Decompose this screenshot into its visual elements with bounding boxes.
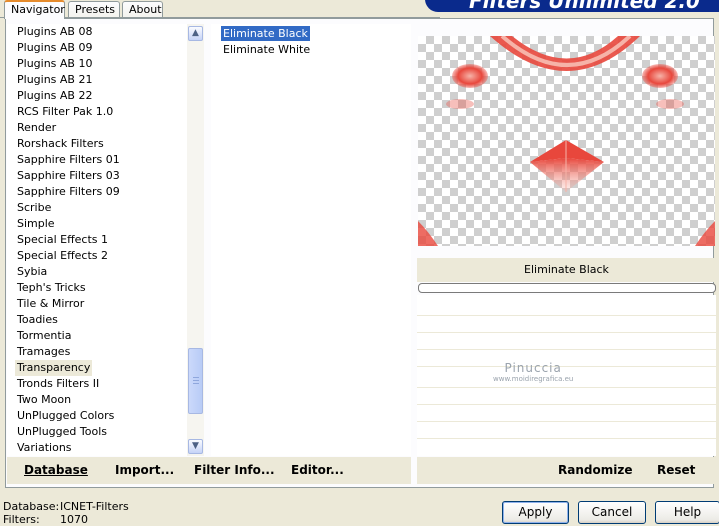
category-item[interactable]: Tramages	[15, 344, 72, 360]
import-button[interactable]: Import...	[115, 463, 174, 477]
chevron-down-icon[interactable]: ▼	[188, 439, 203, 454]
tab-presets-label: Presets	[75, 3, 116, 16]
status-database-value: ICNET-Filters	[60, 500, 129, 513]
category-item[interactable]: Sapphire Filters 03	[15, 168, 122, 184]
banner-title: Filters Unlimited 2.0	[469, 0, 700, 12]
category-item[interactable]: Tronds Filters II	[15, 376, 101, 392]
category-item[interactable]: Toadies	[15, 312, 60, 328]
tab-navigator-label: Navigator	[11, 3, 65, 16]
control-row-divider	[417, 349, 716, 350]
current-filter-label: Eliminate Black	[524, 263, 609, 276]
watermark: Pinuccia www.moidiregrafica.eu	[493, 361, 573, 383]
category-item[interactable]: Sybia	[15, 264, 49, 280]
tab-about-label: About	[129, 3, 162, 16]
category-item[interactable]: Sapphire Filters 01	[15, 152, 122, 168]
tab-about[interactable]: About	[122, 1, 163, 18]
category-list[interactable]: Plugins AB 08 Plugins AB 09 Plugins AB 10 P…	[7, 24, 187, 456]
category-item[interactable]: Tormentia	[15, 328, 73, 344]
filter-item[interactable]: Eliminate Black	[221, 26, 310, 41]
help-button[interactable]: Help	[655, 501, 719, 524]
category-item[interactable]: Tile & Mirror	[15, 296, 86, 312]
cancel-button[interactable]: Cancel	[578, 501, 646, 524]
filter-item[interactable]: Eliminate White	[221, 42, 312, 57]
chevron-up-icon[interactable]: ▲	[188, 26, 203, 41]
apply-button[interactable]: Apply	[502, 501, 569, 524]
scrollbar-thumb[interactable]	[188, 348, 203, 414]
category-item[interactable]: UnPlugged Tools	[15, 424, 109, 440]
category-item[interactable]: Plugins AB 10	[15, 56, 94, 72]
preview-image	[418, 36, 715, 246]
editor-button[interactable]: Editor...	[291, 463, 344, 477]
status-filters-count: 1070	[60, 513, 88, 526]
control-row-divider	[417, 332, 716, 333]
tab-navigator[interactable]: Navigator	[4, 0, 65, 19]
filter-info-button[interactable]: Filter Info...	[194, 463, 275, 477]
left-blob	[452, 64, 488, 88]
category-item[interactable]: Special Effects 1	[15, 232, 110, 248]
control-row-divider	[417, 438, 716, 439]
category-item[interactable]: UnPlugged Colors	[15, 408, 116, 424]
category-item[interactable]: Teph's Tricks	[15, 280, 88, 296]
grip-line	[193, 377, 199, 378]
database-button[interactable]: Database	[24, 463, 88, 477]
category-item[interactable]: Transparency	[15, 360, 93, 376]
category-item[interactable]: Render	[15, 120, 58, 136]
watermark-name: Pinuccia	[504, 361, 562, 375]
watermark-url: www.moidiregrafica.eu	[493, 375, 574, 383]
category-item[interactable]: Sapphire Filters 09	[15, 184, 122, 200]
category-item[interactable]: Simple	[15, 216, 57, 232]
status-filters: Filters: 1070	[3, 513, 88, 526]
category-item[interactable]: Scribe	[15, 200, 53, 216]
tab-presets[interactable]: Presets	[68, 1, 120, 18]
right-blob	[642, 64, 678, 88]
randomize-button[interactable]: Randomize	[558, 463, 632, 477]
pyramid-bottom	[530, 158, 604, 192]
category-item[interactable]: Plugins AB 21	[15, 72, 94, 88]
category-item[interactable]: Two Moon	[15, 392, 73, 408]
status-database: Database: ICNET-Filters	[3, 500, 129, 513]
progress-bar	[418, 283, 716, 293]
right-shadow	[656, 99, 684, 109]
current-filter-name: Eliminate Black	[417, 258, 716, 282]
control-row-divider	[417, 315, 716, 316]
filter-controls-area: Pinuccia www.moidiregrafica.eu	[417, 295, 716, 456]
category-item[interactable]: Plugins AB 08	[15, 24, 94, 40]
category-item[interactable]: RCS Filter Pak 1.0	[15, 104, 115, 120]
reset-button[interactable]: Reset	[657, 463, 695, 477]
category-item[interactable]: Variations	[15, 440, 74, 456]
grip-line	[193, 380, 199, 381]
status-filters-label: Filters:	[3, 513, 40, 526]
control-row-divider	[417, 404, 716, 405]
category-item[interactable]: Rorshack Filters	[15, 136, 106, 152]
preview-artwork	[418, 36, 715, 246]
category-scrollbar[interactable]: ▲ ▼	[187, 24, 204, 456]
control-row-divider	[417, 387, 716, 388]
category-item[interactable]: Plugins AB 22	[15, 88, 94, 104]
corner-left	[418, 221, 438, 246]
grip-line	[193, 383, 199, 384]
control-row-divider	[417, 421, 716, 422]
filter-list[interactable]: Eliminate Black Eliminate White	[211, 24, 411, 456]
category-item[interactable]: Plugins AB 09	[15, 40, 94, 56]
left-shadow	[446, 99, 474, 109]
app-banner: Filters Unlimited 2.0	[425, 0, 719, 12]
status-database-label: Database:	[3, 500, 60, 513]
corner-right	[695, 221, 715, 246]
category-item[interactable]: Special Effects 2	[15, 248, 110, 264]
